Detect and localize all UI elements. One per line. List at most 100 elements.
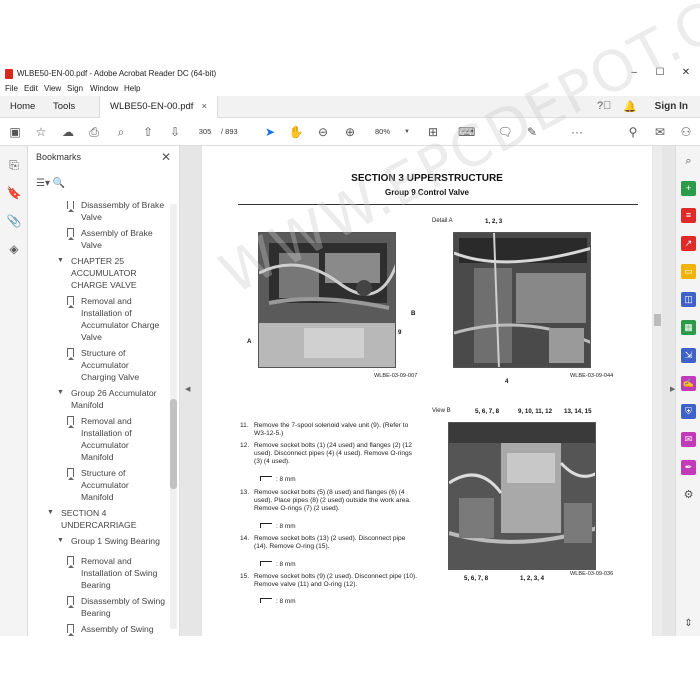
hand-tool-icon[interactable]: ✋: [288, 124, 304, 140]
star-icon[interactable]: ☆: [33, 124, 49, 140]
tab-close-icon[interactable]: ×: [201, 101, 207, 112]
scrollbar-thumb[interactable]: [170, 399, 177, 489]
wrench-icon: [260, 476, 272, 481]
bookmark-item[interactable]: Installation of: [81, 427, 132, 439]
step-12: 12. Remove socket bolts (1) (24 used) and…: [240, 442, 412, 465]
zoom-dropdown[interactable]: 80% ▼: [372, 125, 410, 139]
menu-help[interactable]: Help: [124, 84, 140, 93]
bookmark-item[interactable]: Accumulator: [81, 479, 129, 491]
page-up-icon[interactable]: ⇧: [140, 124, 156, 140]
bookmark-item[interactable]: Removal and: [67, 415, 132, 428]
bookmark-item[interactable]: Disassembly of Swing: [67, 595, 165, 608]
figure-2-label: Detail A: [432, 218, 453, 224]
bookmark-item[interactable]: Bearing: [81, 607, 111, 619]
bookmark-item[interactable]: Accumulator: [81, 359, 129, 371]
collapse-triangle-icon[interactable]: ▼: [57, 255, 64, 267]
bookmark-item[interactable]: Removal and: [67, 295, 132, 308]
edit-pdf-icon[interactable]: ≡: [681, 208, 696, 223]
page-down-icon[interactable]: ⇩: [167, 124, 183, 140]
print-icon[interactable]: ⎙: [86, 124, 102, 140]
bookmark-icon: [67, 416, 74, 428]
bookmark-item[interactable]: CHARGE VALVE: [71, 279, 137, 291]
zoom-search-icon[interactable]: ⌕: [113, 124, 129, 140]
select-cursor-icon[interactable]: ➤: [262, 124, 278, 140]
sign-icon[interactable]: ✒: [681, 460, 696, 475]
fill-sign-icon[interactable]: ✍: [681, 376, 696, 391]
tab-home[interactable]: Home: [10, 96, 35, 118]
tab-tools[interactable]: Tools: [53, 96, 75, 118]
page-number-input[interactable]: 305: [193, 125, 217, 139]
menu-file[interactable]: File: [5, 84, 18, 93]
page-thumbnails-icon[interactable]: ⎘: [6, 158, 22, 174]
create-pdf-icon[interactable]: +: [681, 181, 696, 196]
zoom-out-icon[interactable]: ⊖: [315, 124, 331, 140]
bookmark-item[interactable]: Manifold: [81, 451, 113, 463]
bookmark-item[interactable]: Accumulator: [81, 439, 129, 451]
document-scrollbar[interactable]: [653, 146, 662, 636]
figure-1-caption: WLBE-03-09-007: [374, 373, 418, 379]
export-pdf-icon[interactable]: ↗: [681, 236, 696, 251]
email-icon[interactable]: ✉: [652, 124, 668, 140]
share-link-icon[interactable]: ⚲: [625, 124, 641, 140]
bookmarks-scrollbar[interactable]: [170, 204, 177, 629]
main-toolbar: ▣ ☆ ☁ ⎙ ⌕ ⇧ ⇩ 305 / 893 ➤ ✋ ⊖ ⊕ 80% ▼ ⊞ ⌨…: [0, 118, 700, 146]
comment-tool-icon[interactable]: ▭: [681, 264, 696, 279]
combine-files-icon[interactable]: ◫: [681, 292, 696, 307]
menu-window[interactable]: Window: [90, 84, 118, 93]
save-icon[interactable]: ▣: [7, 124, 23, 140]
bookmark-item[interactable]: Assembly of Brake: [67, 227, 153, 240]
bookmarks-icon[interactable]: 🔖: [6, 186, 22, 202]
figure-3-label: View B: [432, 408, 451, 414]
layers-icon[interactable]: ◈: [6, 242, 22, 258]
bookmark-item[interactable]: ACCUMULATOR: [71, 267, 137, 279]
bookmark-item[interactable]: ▼ Group 1 Swing Bearing: [57, 535, 160, 547]
bookmark-item[interactable]: Valve: [81, 239, 102, 251]
bookmark-item[interactable]: Valve: [81, 331, 102, 343]
torque-note: : 8 mm: [260, 598, 296, 605]
bookmark-item[interactable]: Disassembly of Brake: [67, 201, 164, 212]
organize-pages-icon[interactable]: ▦: [681, 320, 696, 335]
bookmark-item[interactable]: UNDERCARRIAGE: [61, 519, 136, 531]
scrollbar-thumb[interactable]: [654, 314, 661, 326]
bookmark-item[interactable]: ▼ CHAPTER 25: [57, 255, 124, 267]
cloud-upload-icon[interactable]: ☁: [60, 124, 76, 140]
protect-icon[interactable]: ⛨: [681, 404, 696, 419]
bookmark-item[interactable]: Charging Valve: [81, 371, 139, 383]
collapse-triangle-icon[interactable]: ▼: [47, 507, 54, 519]
zoom-in-icon[interactable]: ⊕: [342, 124, 358, 140]
expand-pane-icon[interactable]: ⇕: [681, 616, 696, 631]
collapse-triangle-icon[interactable]: ▼: [57, 535, 64, 547]
menu-sign[interactable]: Sign: [67, 84, 83, 93]
bookmark-icon: [67, 201, 74, 212]
collapse-left-panel-icon[interactable]: ◀: [185, 385, 190, 393]
bookmark-item[interactable]: Structure of: [67, 347, 125, 360]
bookmark-item[interactable]: Structure of: [67, 467, 125, 480]
account-icon[interactable]: ⚇: [678, 124, 694, 140]
bookmark-item[interactable]: Valve: [81, 211, 102, 223]
bookmark-item[interactable]: Accumulator Charge: [81, 319, 159, 331]
figure-3-caption: WLBE-03-09-036: [570, 571, 614, 577]
wrench-icon: [260, 598, 272, 603]
bookmark-item[interactable]: Bearing: [81, 579, 111, 591]
send-for-signature-icon[interactable]: ✉: [681, 432, 696, 447]
bookmark-item[interactable]: Manifold: [81, 491, 113, 503]
search-icon[interactable]: ⌕: [681, 154, 696, 169]
bookmark-item[interactable]: Manifold: [71, 399, 103, 411]
tab-document[interactable]: WLBE50-EN-00.pdf ×: [99, 96, 218, 118]
bookmark-item[interactable]: ▼ Group 26 Accumulator: [57, 387, 157, 399]
collapse-triangle-icon[interactable]: ▼: [57, 387, 64, 399]
sign-in-button[interactable]: Sign In: [655, 96, 688, 118]
bookmark-item[interactable]: ▼ SECTION 4: [47, 507, 106, 519]
close-icon[interactable]: ✕: [161, 150, 171, 164]
attachments-icon[interactable]: 📎: [6, 214, 22, 230]
menu-edit[interactable]: Edit: [24, 84, 38, 93]
bookmark-item[interactable]: Assembly of Swing: [67, 623, 154, 636]
menu-view[interactable]: View: [44, 84, 61, 93]
bookmark-item[interactable]: Installation of: [81, 307, 132, 319]
bookmark-item[interactable]: Removal and: [67, 555, 132, 568]
bookmark-options-icon[interactable]: ☰▾ 🔍: [36, 178, 65, 189]
compress-pdf-icon[interactable]: ⇲: [681, 348, 696, 363]
step-15: 15. Remove socket bolts (9) (2 used). Dis…: [240, 573, 418, 588]
more-tools-wrench-icon[interactable]: ⚙: [681, 488, 696, 503]
bookmark-item[interactable]: Installation of Swing: [81, 567, 157, 579]
